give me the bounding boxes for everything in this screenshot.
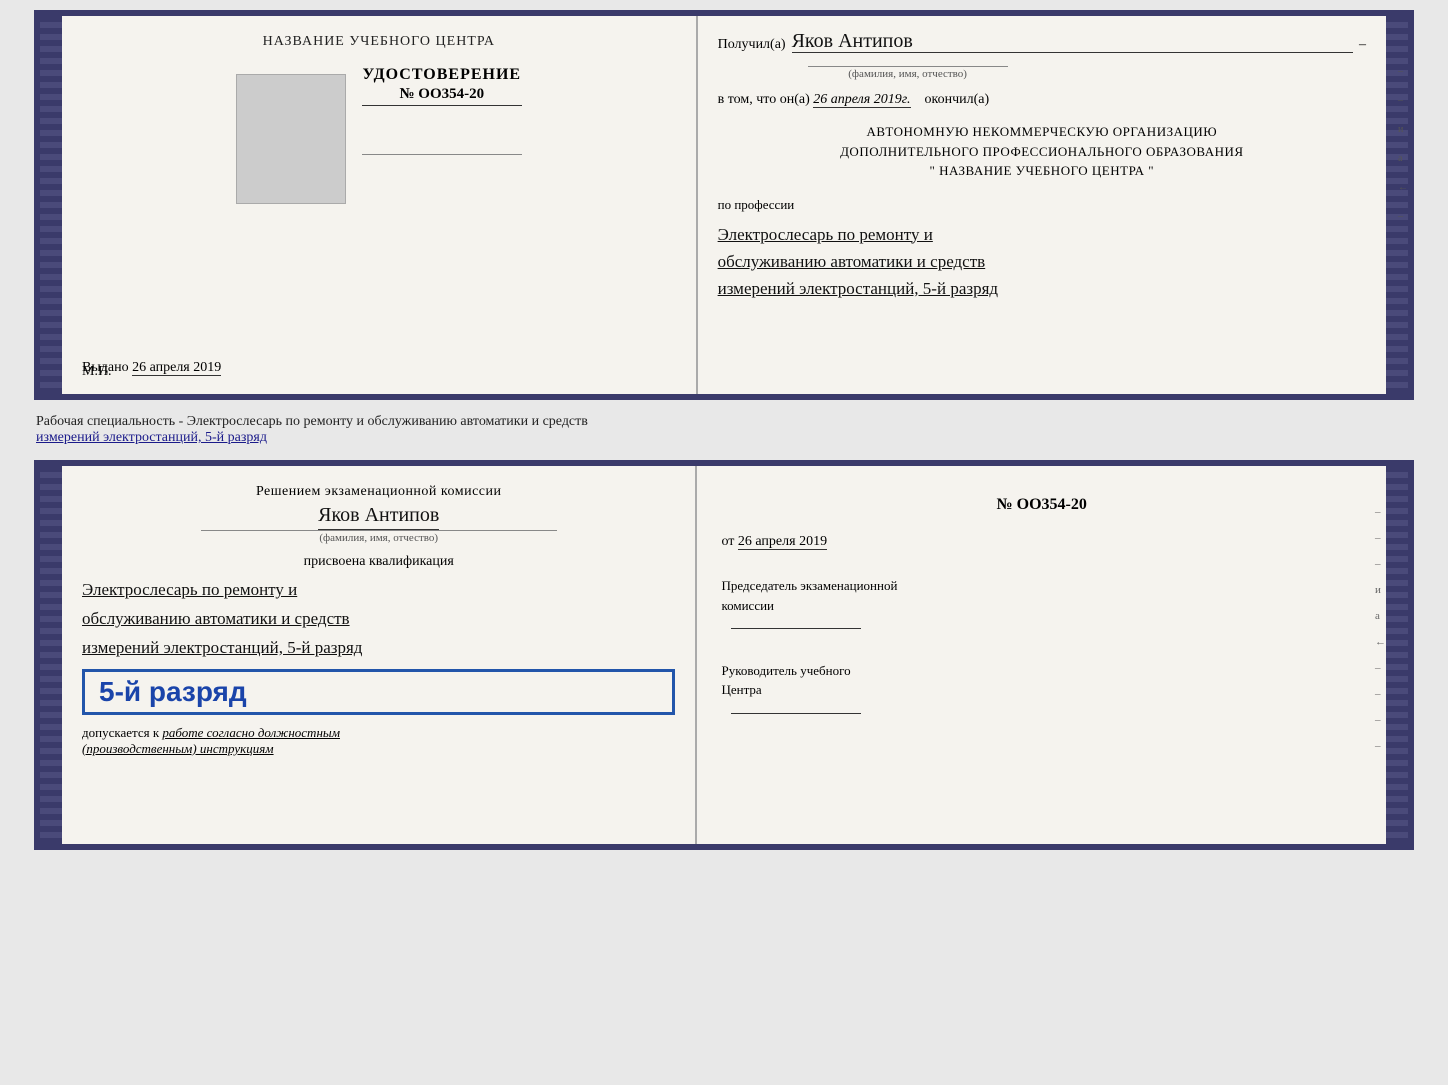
document-wrapper: НАЗВАНИЕ УЧЕБНОГО ЦЕНТРА УДОСТОВЕРЕНИЕ №… — [34, 10, 1414, 850]
chairman-label: Председатель экзаменационной — [721, 576, 1362, 596]
middle-text-block: Рабочая специальность - Электрослесарь п… — [34, 408, 1414, 452]
recipient-line: Получил(а) Яков Антипов – — [718, 30, 1366, 53]
profession-line3: измерений электростанций, 5-й разряд — [718, 279, 998, 298]
bottom-right-page: № ОО354-20 от 26 апреля 2019 Председател… — [697, 466, 1386, 844]
spine-left-bottom — [40, 466, 62, 844]
profession-handwritten: Электрослесарь по ремонту и обслуживанию… — [718, 221, 1366, 303]
certificate-top: НАЗВАНИЕ УЧЕБНОГО ЦЕНТРА УДОСТОВЕРЕНИЕ №… — [34, 10, 1414, 400]
org-line1: АВТОНОМНУЮ НЕКОММЕРЧЕСКУЮ ОРГАНИЗАЦИЮ — [718, 122, 1366, 142]
photo-area: УДОСТОВЕРЕНИЕ № ОО354-20 — [236, 66, 522, 212]
qual-line2: обслуживанию автоматики и средств — [82, 609, 350, 628]
udost-block: УДОСТОВЕРЕНИЕ № ОО354-20 — [362, 66, 522, 155]
dash-sep: – — [1359, 37, 1366, 53]
udost-title: УДОСТОВЕРЕНИЕ — [362, 66, 522, 84]
vtom-value: 26 апреля 2019г. — [813, 92, 910, 108]
org-block: АВТОНОМНУЮ НЕКОММЕРЧЕСКУЮ ОРГАНИЗАЦИЮ ДО… — [718, 122, 1366, 181]
rukovod-sig-line — [731, 713, 861, 714]
top-center-title: НАЗВАНИЕ УЧЕБНОГО ЦЕНТРА — [263, 34, 495, 50]
fio-label-top: (фамилия, имя, отчество) — [808, 66, 1008, 80]
certificate-bottom: Решением экзаменационной комиссии Яков А… — [34, 460, 1414, 850]
prisvoena-label: присвоена квалификация — [82, 554, 675, 570]
middle-line2: измерений электростанций, 5-й разряд — [36, 430, 1412, 446]
photo-placeholder — [236, 74, 346, 204]
qual-line3: измерений электростанций, 5-й разряд — [82, 638, 362, 657]
vtom-label: в том, что он(а) — [718, 92, 810, 107]
protocol-date-value: 26 апреля 2019 — [738, 534, 827, 550]
protocol-date-prefix: от — [721, 534, 734, 549]
top-right-page: Получил(а) Яков Антипов – (фамилия, имя,… — [698, 16, 1386, 394]
spine-left-top — [40, 16, 62, 394]
commission-title: Решением экзаменационной комиссии — [82, 484, 675, 500]
protocol-number: № ОО354-20 — [721, 496, 1362, 514]
poluchil-label: Получил(а) — [718, 37, 786, 53]
middle-line1: Рабочая специальность - Электрослесарь п… — [36, 414, 1412, 430]
person-name: Яков Антипов — [318, 504, 439, 530]
right-marks-top: – – и а ← – — [1398, 66, 1408, 222]
mp-label: М.П. — [82, 364, 112, 380]
po-professii-label: по профессии — [718, 197, 1366, 213]
right-marks-bottom: – – – и а ← – – – – — [1375, 506, 1386, 752]
chairman-label2: комиссии — [721, 596, 1362, 616]
razryad-badge: 5-й разряд — [82, 669, 675, 715]
profession-line1: Электрослесарь по ремонту и — [718, 225, 933, 244]
fio-label-bottom: (фамилия, имя, отчество) — [201, 530, 557, 544]
rukovod-label: Руководитель учебного — [721, 661, 1362, 681]
dopuskaetsya-block: допускается к работе согласно должностны… — [82, 725, 675, 757]
okonchil-label: окончил(а) — [925, 92, 990, 107]
vydano-date: 26 апреля 2019 — [132, 360, 221, 376]
dopuskaetsya-label: допускается к — [82, 725, 159, 740]
profession-line2: обслуживанию автоматики и средств — [718, 252, 986, 271]
org-line2: ДОПОЛНИТЕЛЬНОГО ПРОФЕССИОНАЛЬНОГО ОБРАЗО… — [718, 142, 1366, 162]
spine-right-bottom — [1386, 466, 1408, 844]
qualification-handwritten: Электрослесарь по ремонту и обслуживанию… — [82, 576, 675, 663]
udost-number: № ОО354-20 — [362, 86, 522, 106]
bottom-left-page: Решением экзаменационной комиссии Яков А… — [62, 466, 697, 844]
top-left-page: НАЗВАНИЕ УЧЕБНОГО ЦЕНТРА УДОСТОВЕРЕНИЕ №… — [62, 16, 698, 394]
org-line3: " НАЗВАНИЕ УЧЕБНОГО ЦЕНТРА " — [718, 161, 1366, 181]
qual-line1: Электрослесарь по ремонту и — [82, 580, 297, 599]
rukovod-label2: Центра — [721, 680, 1362, 700]
chairman-block: Председатель экзаменационной комиссии — [721, 576, 1362, 635]
recipient-name: Яков Антипов — [792, 30, 1353, 53]
rukovod-block: Руководитель учебного Центра — [721, 661, 1362, 720]
chairman-sig-line — [731, 628, 861, 629]
vtom-line: в том, что он(а) 26 апреля 2019г. окончи… — [718, 92, 1366, 108]
protocol-date: от 26 апреля 2019 — [721, 534, 1362, 550]
